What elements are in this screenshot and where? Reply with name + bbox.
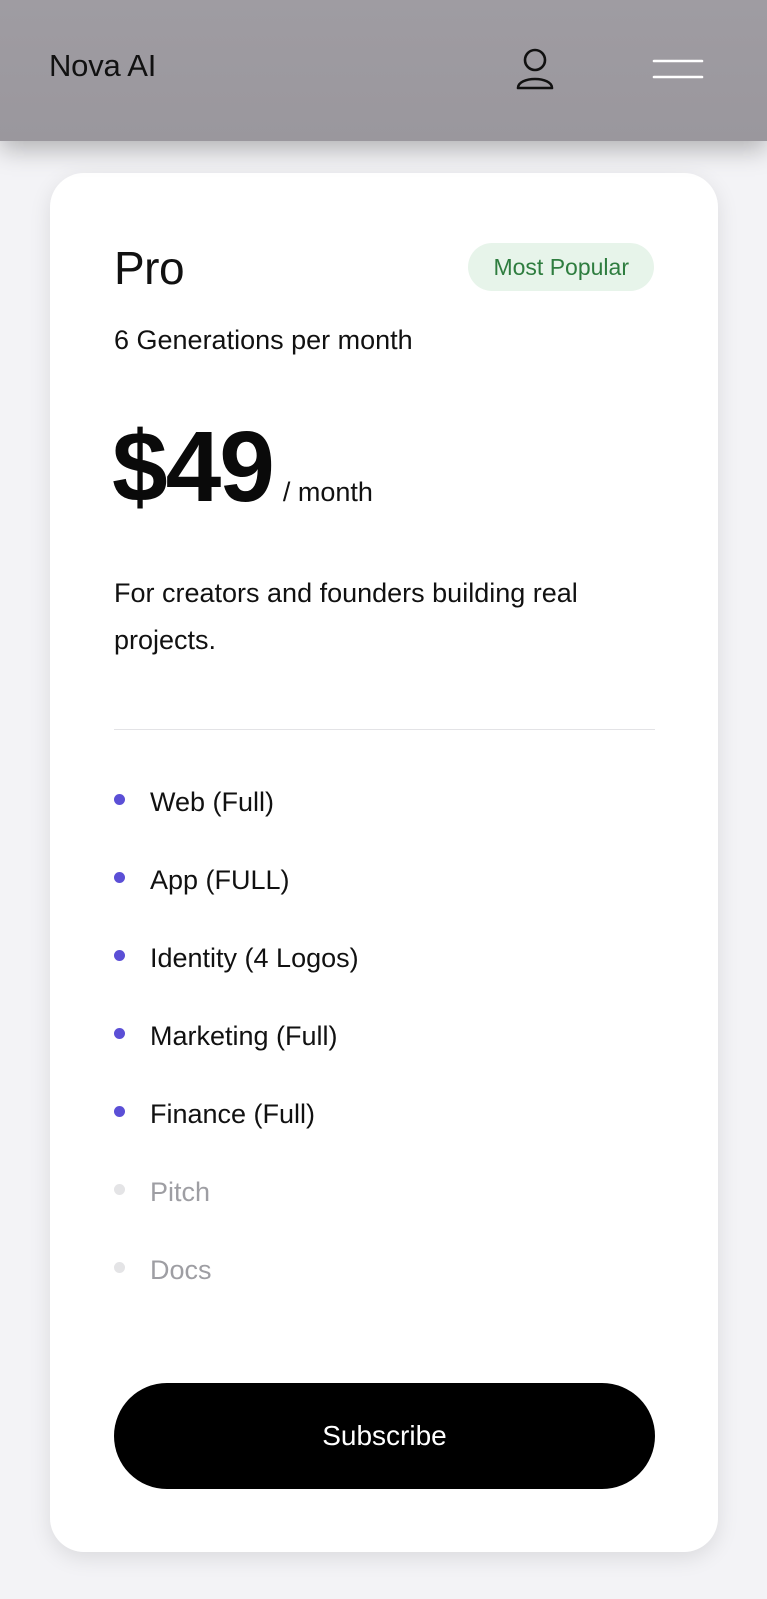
price-row: $49 / month	[112, 417, 373, 517]
feature-label: Identity (4 Logos)	[150, 943, 359, 973]
feature-label: Web (Full)	[150, 787, 275, 817]
bullet-dot-icon	[114, 1106, 125, 1117]
account-button[interactable]	[515, 47, 555, 91]
feature-label: Pitch	[150, 1177, 211, 1207]
bullet-dot-icon	[114, 1028, 125, 1039]
plan-name: Pro	[114, 242, 185, 294]
bullet-dot-icon	[114, 1262, 125, 1273]
feature-item: Pitch	[114, 1175, 654, 1253]
subscribe-button[interactable]: Subscribe	[114, 1383, 655, 1489]
brand-logo[interactable]: Nova AI	[49, 48, 156, 84]
plan-price: $49	[112, 411, 275, 523]
plan-generations: 6 Generations per month	[114, 325, 413, 355]
menu-icon	[652, 59, 704, 79]
most-popular-badge: Most Popular	[468, 243, 654, 291]
user-icon	[516, 48, 554, 90]
bullet-dot-icon	[114, 794, 125, 805]
plan-description: For creators and founders building real …	[114, 578, 578, 655]
feature-item: Identity (4 Logos)	[114, 941, 654, 1019]
feature-label: Finance (Full)	[150, 1099, 316, 1129]
pricing-card: Pro Most Popular 6 Generations per month…	[50, 173, 718, 1552]
feature-label: App (FULL)	[150, 865, 290, 895]
app-header: Nova AI	[0, 0, 767, 141]
bullet-dot-icon	[114, 1184, 125, 1195]
price-period: / month	[282, 477, 373, 507]
feature-item: App (FULL)	[114, 863, 654, 941]
divider	[114, 729, 655, 730]
menu-button[interactable]	[652, 54, 704, 84]
feature-item: Finance (Full)	[114, 1097, 654, 1175]
feature-item: Marketing (Full)	[114, 1019, 654, 1097]
feature-label: Marketing (Full)	[150, 1021, 338, 1051]
bullet-dot-icon	[114, 872, 125, 883]
feature-label: Docs	[150, 1255, 212, 1285]
bullet-dot-icon	[114, 950, 125, 961]
feature-item: Docs	[114, 1253, 654, 1331]
feature-item: Web (Full)	[114, 785, 654, 863]
feature-list: Web (Full) App (FULL) Identity (4 Logos)…	[114, 785, 654, 1331]
